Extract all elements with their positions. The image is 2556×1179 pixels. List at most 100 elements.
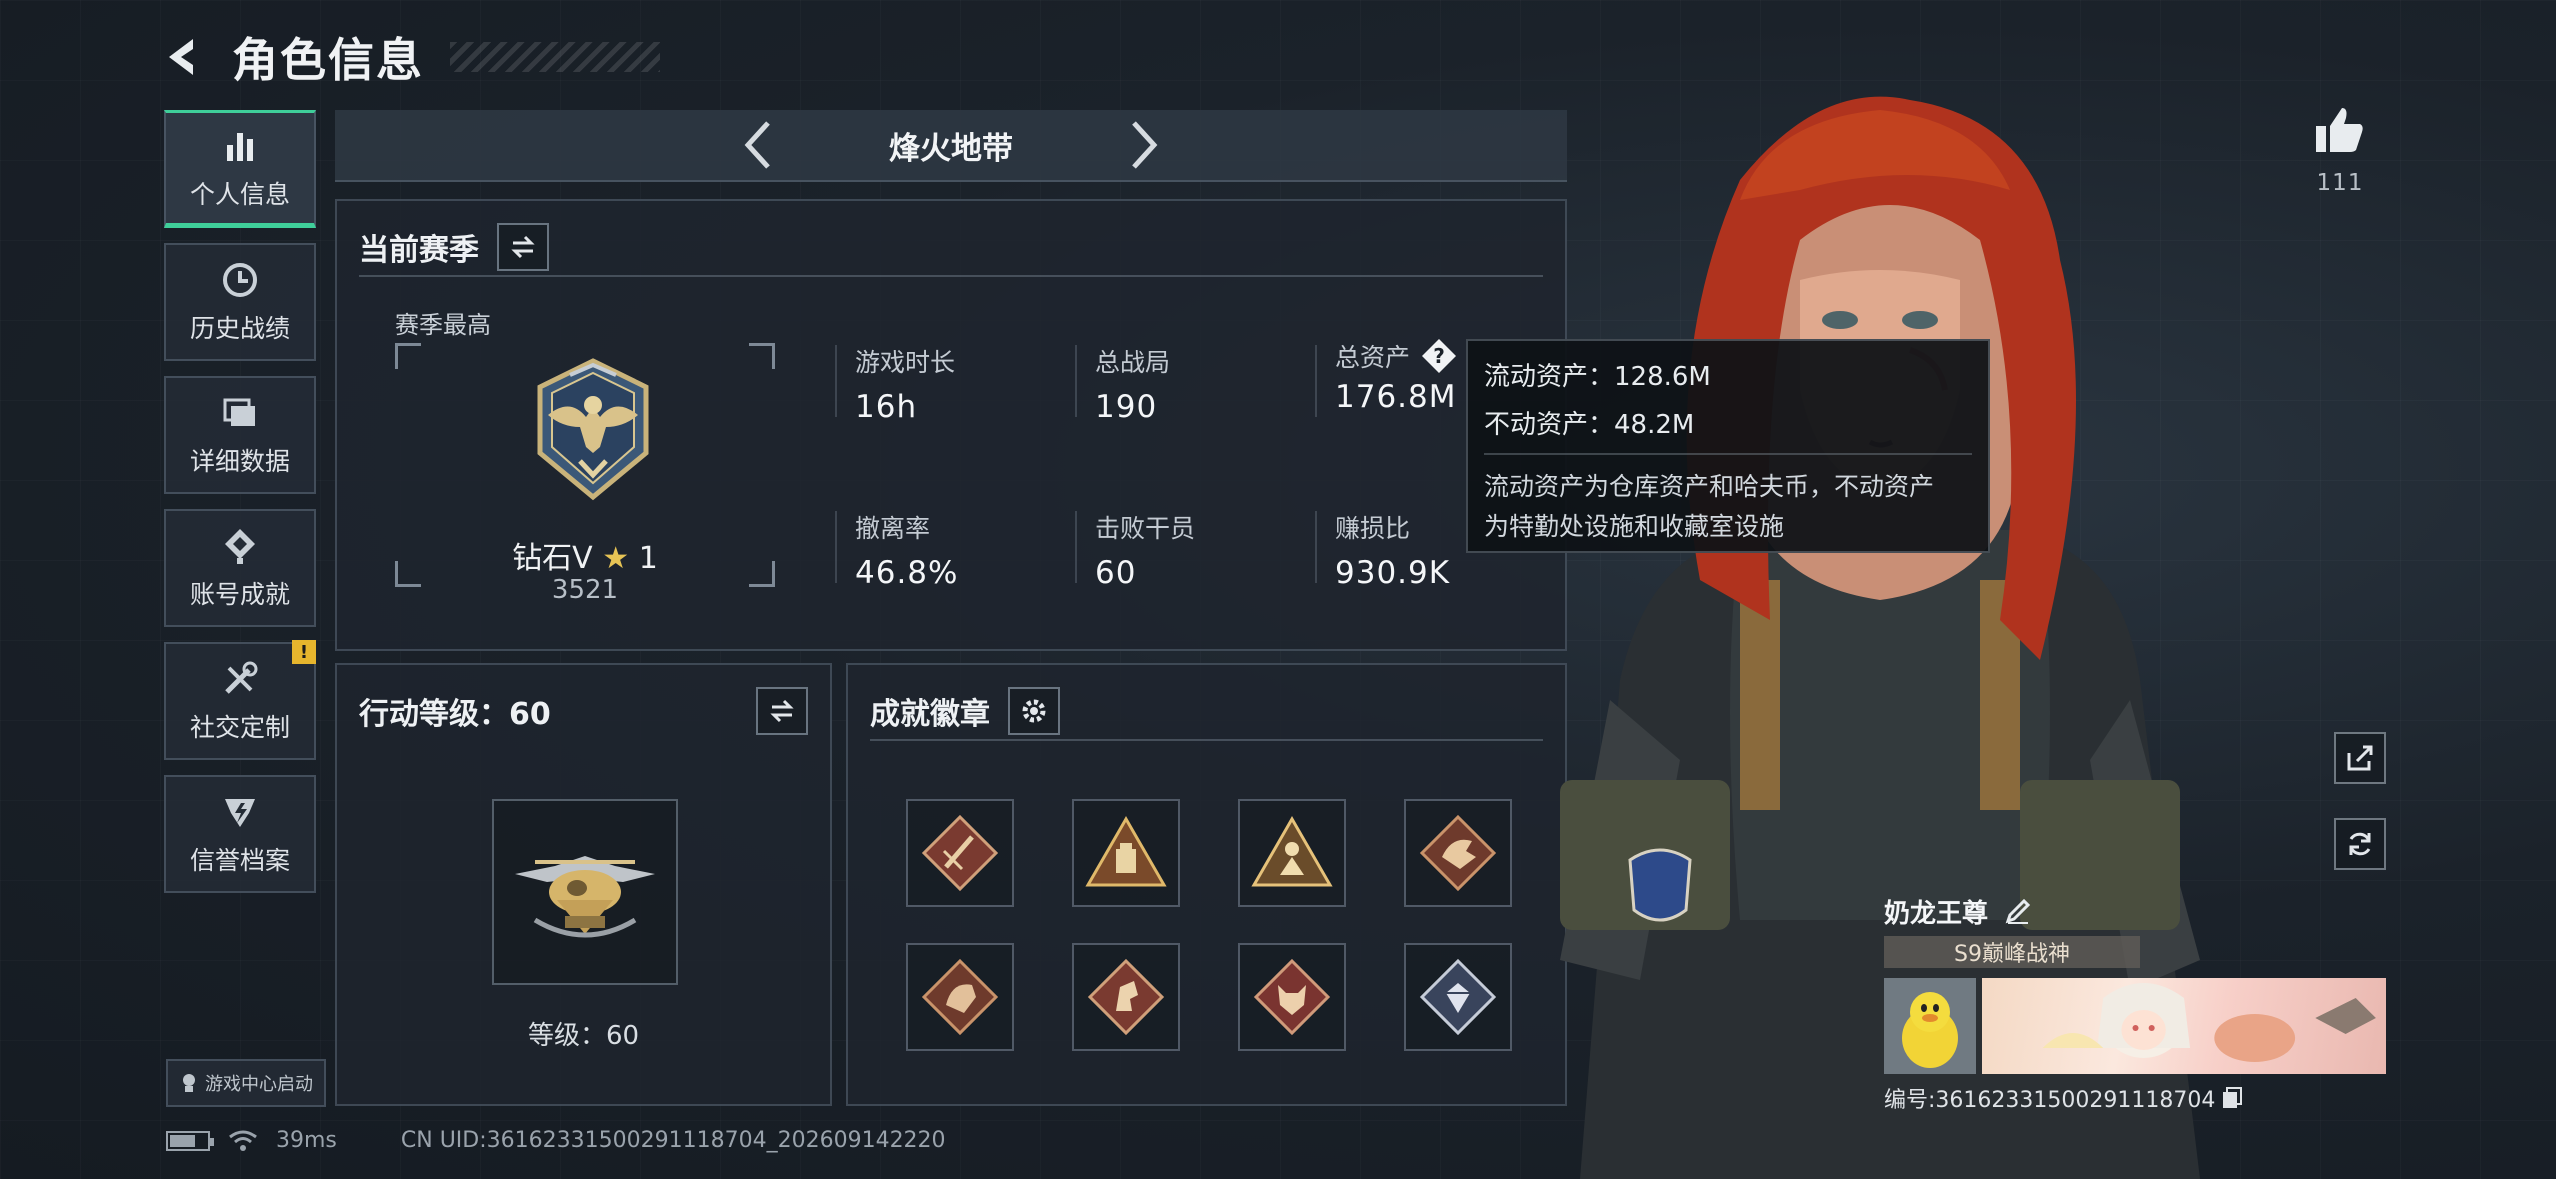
dagger-badge-icon [921,814,999,892]
reputation-icon [225,799,255,827]
level-switch-button[interactable] [756,687,808,735]
season-header: 当前赛季 [337,201,1565,277]
stat-extraction-rate: 撤离率 46.8% [855,509,1075,591]
tools-icon [225,661,258,694]
season-best-label: 赛季最高 [395,311,491,339]
stat-value: 46.8% [855,555,959,591]
level-header: 行动等级：60 [337,665,830,741]
action-level-panel: 行动等级：60 等级：60 [335,663,832,1106]
page-title: 角色信息 [232,33,424,87]
chevron-right-icon [1132,121,1158,169]
game-center-icon [183,1074,195,1092]
stat-divider [1315,345,1317,417]
nav-item-details[interactable]: 详细数据 [164,376,316,494]
nav-label: 账号成就 [189,580,290,609]
swap-icon [770,699,794,723]
refresh-button[interactable] [2334,818,2386,870]
title-decoration [450,42,660,72]
stat-divider [1075,511,1077,583]
battery-icon [166,1130,214,1151]
game-center-label: 游戏中心启动 [205,1074,313,1095]
nav-item-reputation[interactable]: 信誉档案 [164,775,316,893]
star-icon: ★ [602,541,630,576]
player-name: 奶龙王尊 [1884,898,1989,929]
badge-settings-button[interactable] [1008,687,1060,735]
season-title: 当前赛季 [359,233,479,268]
like-count: 111 [2316,170,2364,196]
name-card-art [1982,978,2386,1074]
dragon-head-badge-icon [921,958,999,1036]
level-emblem [492,799,678,985]
nav-item-social[interactable]: 社交定制 ! [164,640,316,760]
share-button[interactable] [2334,732,2386,784]
stat-divider [835,345,837,417]
tooltip-desc-line1: 流动资产为仓库资产和哈夫币，不动资产 [1484,472,1935,501]
badge-slot[interactable] [1238,799,1346,907]
status-footer: 39ms CN UID:3616233150029111870​4_202609… [166,1128,946,1153]
rank-stars: 1 [638,541,658,576]
warning-badge: ! [292,640,316,664]
stat-value: 16h [855,389,918,425]
level-title: 行动等级：60 [359,697,551,732]
stat-label: 总战局 [1095,348,1171,377]
stat-label: 游戏时长 [855,348,956,377]
stat-label: 击败干员 [1095,514,1196,543]
achievement-icon [225,529,255,564]
player-card: 奶龙王尊 S9巅峰战神 [1884,890,2386,1114]
badges-title: 成就徽章 [870,697,990,732]
nav-label: 社交定制 [189,713,290,742]
assets-tooltip: 流动资产：128.6M 不动资产：48.2M 流动资产为仓库资产和哈夫币，不动资… [1466,339,1990,553]
nav-item-history[interactable]: 历史战绩 [164,243,316,361]
badge-slot[interactable] [906,943,1014,1051]
tooltip-liquid-assets: 流动资产：128.6M [1484,362,1711,392]
next-mode-button[interactable] [1123,117,1167,173]
stat-total-matches: 总战局 190 [1095,343,1315,425]
rank-frame: 钻石V ★ 1 3521 [395,343,775,605]
player-title-badge: S9巅峰战神 [1884,936,2140,968]
prev-mode-button[interactable] [735,117,779,173]
badge-slot[interactable] [1072,943,1180,1051]
season-switch-button[interactable] [497,223,549,271]
nav-item-achievements[interactable]: 账号成就 [164,509,316,627]
gear-icon [1022,699,1046,723]
duck-avatar-icon [1884,978,1976,1074]
rank-name: 钻石V ★ 1 [395,533,775,577]
frame-corner [395,343,421,369]
tooltip-fixed-assets: 不动资产：48.2M [1484,410,1695,440]
nav-label: 详细数据 [189,447,290,476]
stat-value: 60 [1095,555,1137,591]
wifi-icon [229,1130,257,1151]
nav-label: 信誉档案 [189,846,290,875]
folder-stack-icon [223,398,255,426]
nav-item-personal-info[interactable]: 个人信息 [164,110,316,228]
badge-slot[interactable] [906,799,1014,907]
bag-badge-icon [1085,815,1167,887]
wolf-badge-icon [1253,958,1331,1036]
mode-title: 烽火地带 [889,130,1013,167]
badge-slot[interactable] [1072,799,1180,907]
side-nav: 个人信息 历史战绩 详细数据 账号成就 社交定制 ! 信誉档案 [164,110,316,908]
badge-slot[interactable] [1238,943,1346,1051]
player-banner [1884,978,2386,1074]
game-center-launch-button[interactable]: 游戏中心启动 [166,1059,326,1107]
tooltip-desc-line2: 为特勤处设施和收藏室设施 [1484,512,1785,541]
horse-badge-icon [1087,958,1165,1036]
copy-icon[interactable] [2221,1086,2243,1110]
nav-label: 个人信息 [189,180,290,209]
back-arrow-icon [169,39,193,75]
season-divider [359,275,1543,277]
like-button[interactable]: 111 [2310,102,2370,196]
page-header: 角色信息 [160,22,660,92]
soldier-badge-icon [1251,815,1333,887]
edit-pencil-icon[interactable] [2004,897,2032,925]
stat-divider [1075,345,1077,417]
avatar[interactable] [1884,978,1976,1074]
nav-label: 历史战绩 [189,314,290,343]
stat-divider [1315,511,1317,583]
uid-text: CN UID:3616233150029111870​4_20260914222… [400,1128,946,1153]
share-icon [2347,745,2373,771]
stat-kills: 击败干员 60 [1095,509,1315,591]
back-button[interactable] [160,32,210,82]
chevron-left-icon [744,121,770,169]
stat-divider [835,511,837,583]
